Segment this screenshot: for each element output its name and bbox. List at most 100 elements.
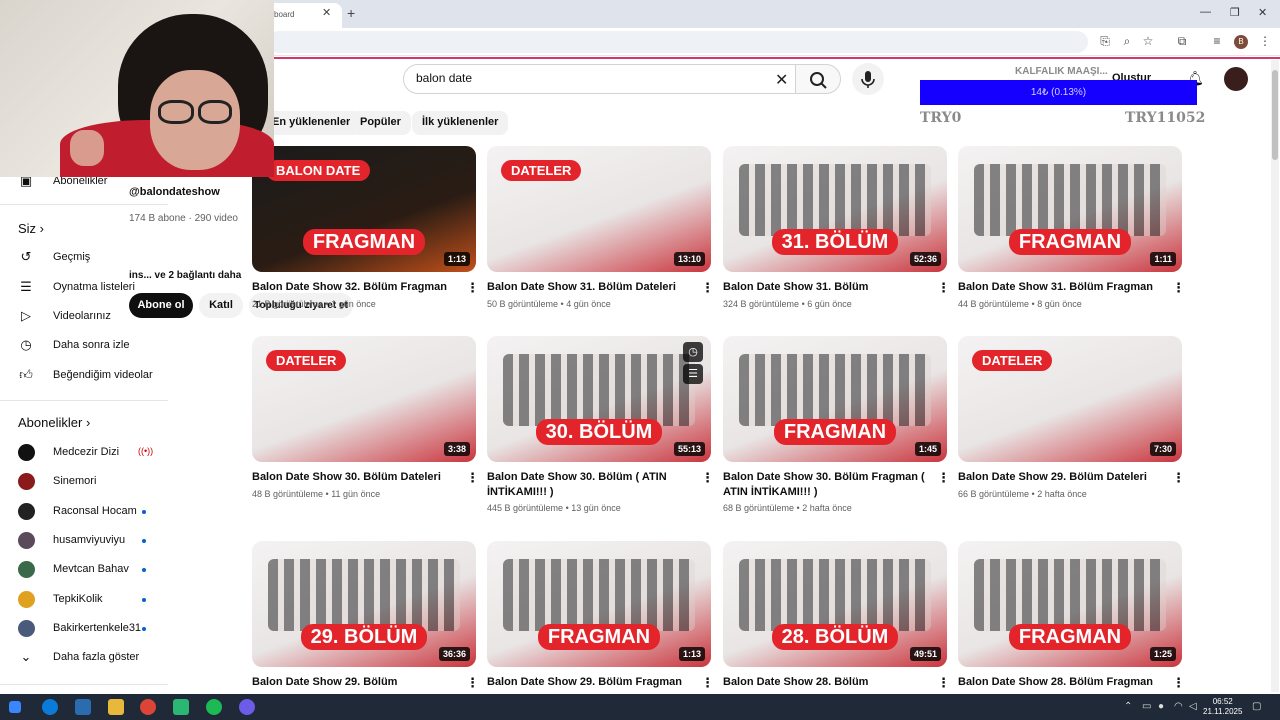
video-title[interactable]: Balon Date Show 30. Bölüm Fragman ( ATIN… (723, 470, 927, 500)
tray-network-icon[interactable]: ▭ (1142, 701, 1151, 712)
reading-list-icon[interactable]: ≡ (1210, 34, 1224, 48)
tab-close-icon[interactable]: ✕ (322, 6, 331, 19)
sidebar-item-liked-videos[interactable]: 👍︎ Beğendiğim videolar (0, 361, 165, 389)
more-options-icon[interactable]: ⋮ (937, 280, 950, 296)
browser-menu-icon[interactable]: ⋮ (1258, 34, 1272, 48)
search-button[interactable] (795, 64, 841, 94)
sidebar-sub-raconsal[interactable]: Raconsal Hocam (0, 497, 165, 525)
tray-wifi-icon[interactable]: ◠ (1174, 701, 1183, 712)
discord-icon[interactable] (239, 699, 255, 715)
video-thumbnail[interactable]: FRAGMAN 1:45 (723, 336, 947, 462)
video-title[interactable]: Balon Date Show 30. Bölüm Dateleri (252, 470, 456, 485)
file-explorer-icon[interactable] (108, 699, 124, 715)
restore-icon[interactable]: ❐ (1230, 6, 1240, 19)
more-options-icon[interactable]: ⋮ (937, 470, 950, 486)
more-options-icon[interactable]: ⋮ (701, 675, 714, 691)
sidebar-sub-mevtcan[interactable]: Mevtcan Bahav (0, 555, 165, 583)
more-options-icon[interactable]: ⋮ (1172, 470, 1185, 486)
video-thumbnail[interactable]: 29. BÖLÜM 36:36 (252, 541, 476, 667)
video-title[interactable]: Balon Date Show 29. Bölüm Dateleri (958, 470, 1162, 485)
zoom-icon[interactable]: ⌕ (1120, 34, 1134, 48)
more-options-icon[interactable]: ⋮ (466, 675, 479, 691)
sidebar-you-header[interactable]: Siz › (18, 221, 44, 236)
start-icon[interactable] (9, 701, 21, 713)
more-options-icon[interactable]: ⋮ (937, 675, 950, 691)
clear-search-icon[interactable]: ✕ (775, 70, 788, 90)
join-button[interactable]: Katıl (199, 293, 243, 318)
video-title[interactable]: Balon Date Show 31. Bölüm Dateleri (487, 280, 691, 295)
add-to-queue-icon[interactable]: ☰ (683, 364, 703, 384)
video-title[interactable]: Balon Date Show 28. Bölüm (723, 675, 927, 690)
window-close-icon[interactable]: ✕ (1258, 6, 1267, 19)
bookmark-star-icon[interactable]: ☆ (1141, 34, 1155, 48)
account-avatar[interactable] (1224, 67, 1248, 91)
more-options-icon[interactable]: ⋮ (701, 280, 714, 296)
install-app-icon[interactable]: ⎘ (1098, 34, 1112, 48)
video-title[interactable]: Balon Date Show 28. Bölüm Fragman (958, 675, 1162, 690)
view-count: 48 B görüntüleme (252, 489, 324, 499)
voice-search-button[interactable] (852, 63, 884, 95)
sidebar-sub-tepkikolik[interactable]: TepkiKolik (0, 585, 165, 613)
new-tab-icon[interactable]: + (347, 5, 355, 21)
video-title[interactable]: Balon Date Show 29. Bölüm (252, 675, 456, 690)
video-thumbnail[interactable]: DATELER 7:30 (958, 336, 1182, 462)
more-options-icon[interactable]: ⋮ (466, 470, 479, 486)
more-options-icon[interactable]: ⋮ (701, 470, 714, 486)
browser-profile-avatar[interactable]: B (1234, 35, 1248, 49)
edge-icon[interactable] (42, 699, 58, 715)
video-title[interactable]: Balon Date Show 30. Bölüm ( ATIN İNTİKAM… (487, 470, 691, 500)
search-input[interactable]: balon date (403, 64, 796, 94)
notification-center-icon[interactable]: ▢ (1252, 701, 1261, 712)
video-thumbnail[interactable]: FRAGMAN 1:25 (958, 541, 1182, 667)
sidebar-sub-husam[interactable]: husamviyuviyu (0, 526, 165, 554)
video-thumbnail[interactable]: FRAGMAN 1:11 (958, 146, 1182, 272)
chip-popular[interactable]: Popüler (350, 111, 411, 135)
sidebar-item-label: husamviyuviyu (53, 534, 126, 546)
address-bar[interactable] (268, 31, 1088, 53)
store-icon[interactable] (75, 699, 91, 715)
video-title[interactable]: Balon Date Show 32. Bölüm Fragman (252, 280, 456, 295)
thumbnail-people-graphic (739, 559, 931, 631)
channel-handle[interactable]: @balondateshow (129, 186, 220, 198)
video-thumbnail[interactable]: 31. BÖLÜM 52:36 (723, 146, 947, 272)
video-title[interactable]: Balon Date Show 31. Bölüm (723, 280, 927, 295)
app-icon[interactable] (173, 699, 189, 715)
history-icon: ↺ (20, 249, 32, 264)
tray-mic-icon[interactable]: ● (1158, 701, 1164, 712)
watch-later-icon[interactable]: ◷ (683, 342, 703, 362)
extensions-icon[interactable]: ⧉ (1175, 34, 1189, 48)
spotify-icon[interactable] (206, 699, 222, 715)
video-thumbnail[interactable]: 28. BÖLÜM 49:51 (723, 541, 947, 667)
chrome-icon[interactable] (140, 699, 156, 715)
sidebar-show-more[interactable]: ⌄ Daha fazla göster (0, 643, 165, 671)
video-thumbnail[interactable]: FRAGMAN 1:13 (487, 541, 711, 667)
minimize-icon[interactable]: — (1200, 6, 1211, 18)
chip-oldest[interactable]: İlk yüklenenler (412, 111, 509, 135)
video-title[interactable]: Balon Date Show 31. Bölüm Fragman (958, 280, 1162, 295)
more-options-icon[interactable]: ⋮ (1172, 280, 1185, 296)
sidebar-sub-sinemori[interactable]: Sinemori (0, 467, 165, 495)
thumbnail-headline: 29. BÖLÜM (252, 624, 476, 650)
video-meta: 66 B görüntüleme • 2 hafta önce (958, 489, 1087, 499)
video-thumbnail[interactable]: DATELER 3:38 (252, 336, 476, 462)
video-thumbnail[interactable]: BALON DATE FRAGMAN 1:13 (252, 146, 476, 272)
tray-volume-icon[interactable]: ◁ (1189, 701, 1197, 712)
sidebar-sub-bakirkertenkele[interactable]: Bakirkertenkele31 (0, 614, 165, 642)
sidebar-item-watch-later[interactable]: ◷ Daha sonra izle (0, 331, 165, 359)
video-title[interactable]: Balon Date Show 29. Bölüm Fragman (487, 675, 691, 690)
sidebar-item-history[interactable]: ↺ Geçmiş (0, 243, 165, 271)
video-thumbnail[interactable]: 30. BÖLÜM 55:13 ◷ ☰ (487, 336, 711, 462)
clock-date: 21.11.2025 (1203, 707, 1243, 716)
tray-chevron-icon[interactable]: ⌃ (1124, 701, 1132, 712)
view-count: 50 B görüntüleme (487, 299, 559, 309)
video-thumbnail[interactable]: DATELER 13:10 (487, 146, 711, 272)
more-options-icon[interactable]: ⋮ (1172, 675, 1185, 691)
subscribe-button[interactable]: Abone ol (129, 293, 193, 318)
view-count: 44 B görüntüleme (958, 299, 1030, 309)
more-options-icon[interactable]: ⋮ (466, 280, 479, 296)
sidebar-subscriptions-header[interactable]: Abonelikler › (18, 415, 90, 430)
scrollbar-thumb[interactable] (1272, 70, 1278, 160)
taskbar-clock[interactable]: 06:52 21.11.2025 (1203, 697, 1242, 717)
channel-links[interactable]: ins... ve 2 bağlantı daha (129, 270, 241, 281)
sidebar-sub-medcezir[interactable]: Medcezir Dizi ((•)) (0, 438, 165, 466)
